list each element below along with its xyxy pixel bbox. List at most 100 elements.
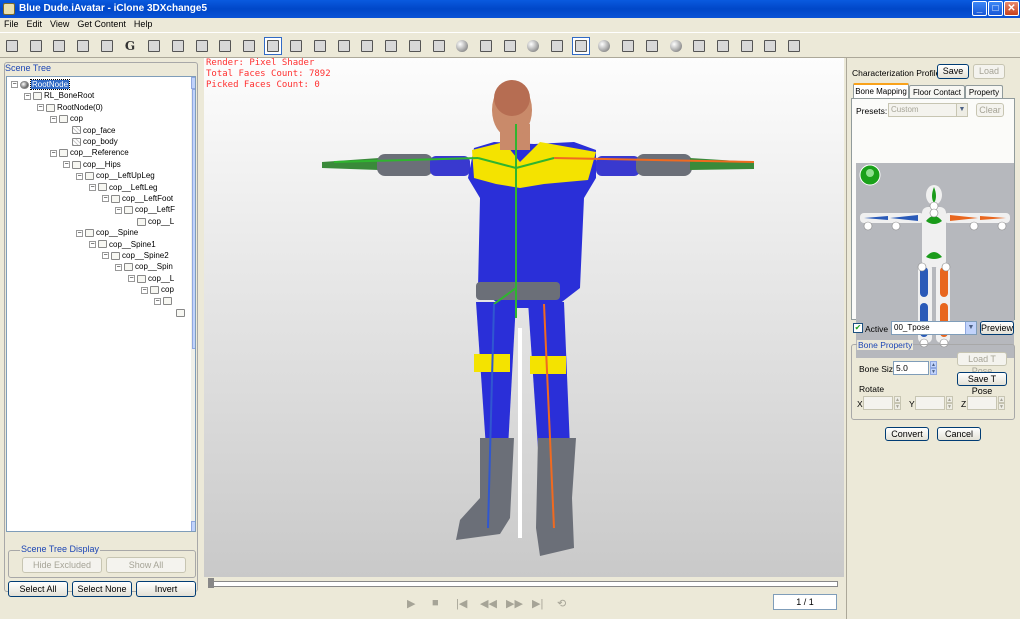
tree-node[interactable]: − cop — [141, 284, 174, 295]
tree-node[interactable]: − cop__Spine — [76, 227, 138, 238]
tree-node[interactable]: − cop__Reference — [50, 147, 129, 158]
loop-icon[interactable]: ⟲ — [557, 597, 566, 610]
title-bar[interactable]: Blue Dude.iAvatar - iClone 3DXchange5 _ … — [0, 0, 1020, 18]
export-icon[interactable] — [74, 37, 92, 55]
sphere-icon[interactable] — [524, 37, 542, 55]
convert-button[interactable]: Convert — [885, 427, 929, 441]
expand-collapse-icon[interactable]: − — [141, 286, 148, 294]
expand-collapse-icon[interactable]: − — [128, 275, 135, 283]
frame-counter[interactable]: 1 / 1 — [773, 594, 837, 610]
move-icon[interactable] — [264, 37, 282, 55]
pan-icon[interactable] — [335, 37, 353, 55]
active-checkbox[interactable]: ✔ — [853, 323, 863, 333]
tpose-icon[interactable] — [572, 37, 590, 55]
expand-collapse-icon[interactable]: − — [89, 183, 96, 191]
expand-collapse-icon[interactable]: − — [154, 297, 161, 305]
home-icon[interactable] — [216, 37, 234, 55]
import-icon[interactable] — [50, 37, 68, 55]
expand-collapse-icon[interactable]: − — [76, 229, 83, 237]
tab-floor-contact[interactable]: Floor Contact — [909, 85, 965, 99]
tree-vertical-scrollbar[interactable]: ▲ ▼ — [191, 77, 195, 531]
preview-button[interactable]: Preview — [980, 321, 1014, 335]
save-icon[interactable] — [98, 37, 116, 55]
tree-node[interactable]: − cop__LeftF — [115, 204, 175, 215]
rotate-y-input[interactable] — [915, 396, 945, 410]
minimize-button[interactable]: _ — [972, 1, 987, 16]
expand-collapse-icon[interactable]: − — [11, 81, 18, 89]
scroll-down-icon[interactable]: ▼ — [191, 521, 195, 531]
play-icon[interactable]: ▶ — [407, 597, 415, 610]
expand-collapse-icon[interactable]: − — [37, 104, 44, 112]
tree-node[interactable]: − cop__Spine2 — [102, 250, 169, 261]
expand-collapse-icon[interactable]: − — [115, 263, 122, 271]
joint-icon[interactable] — [548, 37, 566, 55]
rotate-x-stepper[interactable]: ▲ ▼ — [894, 396, 901, 410]
morph-icon[interactable] — [643, 37, 661, 55]
rewind-icon[interactable]: ◀◀ — [480, 597, 497, 610]
show-all-button[interactable]: Show All — [106, 557, 186, 573]
forward-icon[interactable]: ▶▶ — [506, 597, 523, 610]
open-icon[interactable] — [27, 37, 45, 55]
timeline-thumb[interactable] — [208, 578, 214, 588]
scale-icon[interactable] — [382, 37, 400, 55]
expand-collapse-icon[interactable]: − — [50, 149, 57, 157]
grid-icon[interactable] — [430, 37, 448, 55]
clear-button[interactable]: Clear — [976, 103, 1004, 117]
tree-node[interactable]: − cop — [50, 113, 83, 124]
expand-collapse-icon[interactable]: − — [102, 195, 109, 203]
menu-help[interactable]: Help — [130, 18, 157, 29]
cloud1-icon[interactable] — [714, 37, 732, 55]
redo-icon[interactable] — [193, 37, 211, 55]
expand-collapse-icon[interactable]: − — [76, 172, 83, 180]
select-all-button[interactable]: Select All — [8, 581, 68, 597]
tree-node[interactable]: − RootNode(0) — [37, 102, 103, 113]
bone-icon[interactable] — [501, 37, 519, 55]
rotate-y-stepper[interactable]: ▲ ▼ — [946, 396, 953, 410]
tree-node[interactable]: − cop__L — [128, 273, 174, 284]
g-icon[interactable]: G — [121, 37, 139, 55]
invert-button[interactable]: Invert — [136, 581, 196, 597]
next-key-icon[interactable]: ▶| — [532, 597, 543, 610]
menu-get-content[interactable]: Get Content — [73, 18, 130, 29]
menu-file[interactable]: File — [0, 18, 23, 29]
tree-node[interactable]: − cop__LeftLeg — [89, 182, 158, 193]
camera-icon[interactable] — [595, 37, 613, 55]
tree-node[interactable]: − cop__Hips — [63, 159, 121, 170]
cancel-button[interactable]: Cancel — [937, 427, 981, 441]
tree-node[interactable]: − cop__Spin — [115, 261, 173, 272]
tree-node[interactable]: − RL_BoneRoot — [24, 90, 94, 101]
convert-icon[interactable] — [145, 37, 163, 55]
timeline-track[interactable] — [210, 581, 838, 587]
box-icon[interactable] — [477, 37, 495, 55]
light-icon[interactable] — [453, 37, 471, 55]
tool-icon[interactable] — [690, 37, 708, 55]
cart-icon[interactable] — [785, 37, 803, 55]
hide-excluded-button[interactable]: Hide Excluded — [22, 557, 102, 573]
rotate-z-stepper[interactable]: ▲ ▼ — [998, 396, 1005, 410]
character-model[interactable] — [204, 58, 844, 577]
scene-tree[interactable]: − RootNode − RL_BoneRoot − RootNode(0) − cop cop… — [6, 76, 196, 532]
tab-bone-mapping[interactable]: Bone Mapping — [853, 83, 909, 99]
tree-node[interactable]: − RootNode — [11, 79, 71, 90]
tree-node[interactable] — [167, 307, 187, 318]
tree-node[interactable]: cop__L — [128, 216, 174, 227]
scroll-thumb[interactable] — [192, 89, 195, 349]
menu-edit[interactable]: Edit — [23, 18, 47, 29]
pick-icon[interactable] — [311, 37, 329, 55]
frame-icon[interactable] — [406, 37, 424, 55]
load-tpose-button[interactable]: Load T Pose — [957, 352, 1007, 376]
pose-dropdown[interactable]: 00_Tpose ▼ — [891, 321, 977, 335]
prev-key-icon[interactable]: |◀ — [456, 597, 467, 610]
tree-node[interactable]: cop_face — [63, 125, 115, 136]
expand-collapse-icon[interactable]: − — [115, 206, 122, 214]
new-icon[interactable] — [3, 37, 21, 55]
expand-collapse-icon[interactable]: − — [63, 161, 70, 169]
scroll-up-icon[interactable]: ▲ — [191, 77, 195, 89]
cloud2-icon[interactable] — [738, 37, 756, 55]
tree-node[interactable]: cop_body — [63, 136, 118, 147]
save-profile-button[interactable]: Save — [937, 64, 969, 79]
expand-collapse-icon[interactable]: − — [50, 115, 57, 123]
expand-collapse-icon[interactable]: − — [89, 240, 96, 248]
tab-property[interactable]: Property — [965, 85, 1003, 99]
bone-size-input[interactable]: 5.0 — [893, 361, 929, 375]
